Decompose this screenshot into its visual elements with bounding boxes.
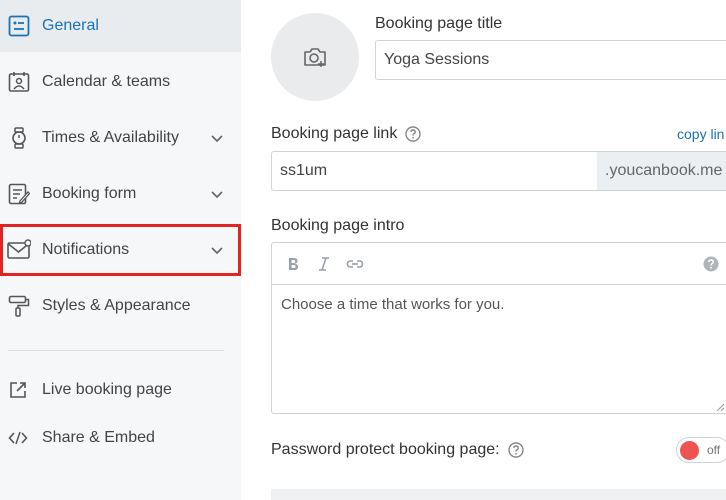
- envelope-icon: [7, 238, 31, 262]
- sidebar-item-label: Styles & Appearance: [42, 297, 191, 314]
- code-icon: [8, 428, 28, 448]
- sidebar-item-label: Notifications: [42, 241, 130, 258]
- link-icon[interactable]: [346, 255, 364, 273]
- live-booking-page-link[interactable]: Live booking page: [0, 370, 241, 410]
- copy-link[interactable]: copy lin: [677, 126, 724, 142]
- sidebar-item-general[interactable]: General: [0, 0, 241, 52]
- external-link-icon: [8, 380, 28, 400]
- sidebar-item-styles-appearance[interactable]: Styles & Appearance: [0, 280, 241, 332]
- camera-add-icon: [304, 48, 326, 67]
- booking-intro-text[interactable]: Choose a time that works for you.: [281, 296, 504, 313]
- sidebar-item-times-availability[interactable]: Times & Availability: [0, 112, 241, 164]
- help-icon[interactable]: [508, 442, 524, 458]
- calendar-team-icon: [7, 70, 31, 94]
- help-icon[interactable]: [702, 255, 720, 273]
- chevron-down-icon[interactable]: [209, 242, 225, 258]
- booking-title-label: Booking page title: [375, 15, 503, 32]
- form-icon: [7, 182, 31, 206]
- sidebar-item-notifications[interactable]: Notifications: [0, 224, 241, 276]
- help-icon[interactable]: [405, 126, 421, 142]
- sidebar-item-booking-form[interactable]: Booking form: [0, 168, 241, 220]
- next-section-panel: [271, 489, 726, 500]
- bold-icon[interactable]: [284, 255, 302, 273]
- sidebar-divider: [8, 350, 224, 351]
- chevron-down-icon[interactable]: [209, 186, 225, 202]
- booking-link-label: Booking page link: [271, 125, 398, 142]
- editor-toolbar: [272, 243, 726, 285]
- sidebar-item-label: Calendar & teams: [42, 73, 171, 90]
- password-protect-toggle[interactable]: off: [676, 437, 726, 463]
- upload-image-button[interactable]: [271, 13, 359, 101]
- booking-link-input[interactable]: ss1um: [271, 151, 598, 191]
- sidebar-item-label: General: [42, 17, 99, 34]
- link-label: Live booking page: [42, 381, 172, 398]
- sidebar-item-label: Booking form: [42, 185, 137, 202]
- password-protect-label: Password protect booking page:: [271, 441, 500, 458]
- share-embed-link[interactable]: Share & Embed: [0, 418, 241, 458]
- link-label: Share & Embed: [42, 429, 155, 446]
- sidebar: General Calendar & teams Times & Availab…: [0, 0, 241, 500]
- toggle-state-label: off: [707, 443, 721, 457]
- booking-intro-label: Booking page intro: [271, 217, 405, 234]
- watch-icon: [7, 126, 31, 150]
- booking-intro-editor: Choose a time that works for you.: [271, 242, 726, 414]
- general-icon: [7, 14, 31, 38]
- sidebar-item-label: Times & Availability: [42, 129, 179, 146]
- sidebar-item-calendar-teams[interactable]: Calendar & teams: [0, 56, 241, 108]
- resize-handle-icon[interactable]: [716, 403, 724, 411]
- booking-title-input[interactable]: Yoga Sessions: [375, 40, 726, 80]
- booking-link-domain: .youcanbook.me: [597, 151, 726, 191]
- paint-roller-icon: [7, 294, 31, 318]
- toggle-knob: [680, 441, 699, 460]
- italic-icon[interactable]: [315, 255, 333, 273]
- chevron-down-icon[interactable]: [209, 130, 225, 146]
